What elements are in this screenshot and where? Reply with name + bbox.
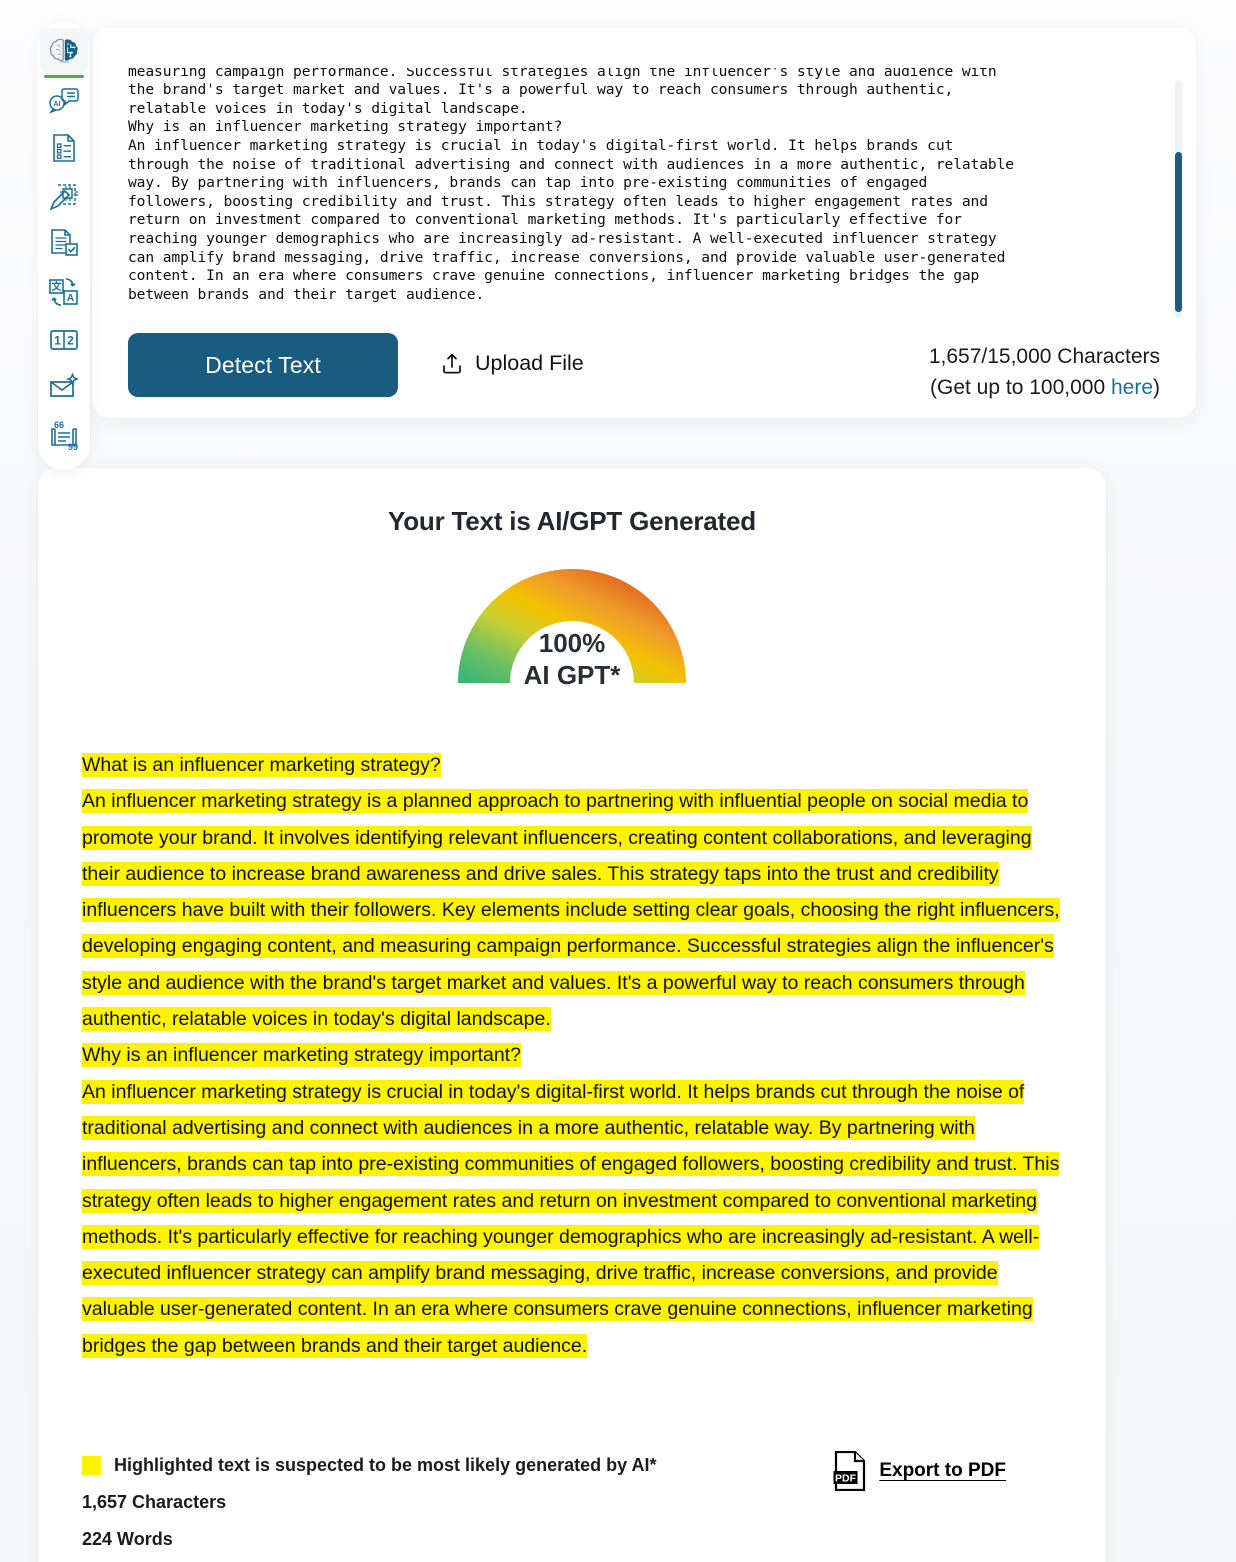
upload-file-label: Upload File: [475, 351, 584, 375]
svg-text:AI: AI: [54, 101, 61, 108]
svg-text:文: 文: [52, 280, 63, 293]
upgrade-note: (Get up to 100,000 here): [929, 372, 1160, 403]
svg-text:66: 66: [54, 420, 64, 430]
sidebar-item-grammar-checker[interactable]: [40, 220, 88, 268]
upload-file-button[interactable]: Upload File: [440, 351, 584, 376]
text-input-textarea[interactable]: include setting clear goals, choosing th…: [128, 68, 1166, 304]
textarea-viewport: include setting clear goals, choosing th…: [128, 68, 1166, 318]
highlight-legend-label: Highlighted text is suspected to be most…: [114, 1455, 657, 1475]
sidebar-item-translator[interactable]: 文 A: [40, 268, 88, 316]
brain-icon: [49, 38, 78, 63]
quote-block-icon: 66 99: [51, 420, 78, 452]
svg-text:1: 1: [54, 334, 61, 348]
upgrade-suffix: ): [1153, 376, 1160, 399]
gauge-container: 100% AI GPT*: [38, 561, 1106, 691]
sidebar-item-citation-generator[interactable]: 66 99: [40, 412, 88, 460]
app-root: AI 文 A 1 2 66 99 measuring campaign perf…: [0, 0, 1236, 1562]
pdf-file-icon: PDF: [833, 1451, 866, 1491]
svg-text:99: 99: [68, 442, 78, 452]
document-list-icon: [53, 134, 75, 162]
verdict-title: Your Text is AI/GPT Generated: [388, 506, 756, 536]
input-card-actions: Detect Text Upload File 1,657/15,000 Cha…: [92, 333, 1196, 403]
left-tool-sidebar: AI 文 A 1 2 66 99: [38, 22, 90, 470]
highlighted-segment: It's particularly effective for reaching…: [162, 1224, 978, 1249]
textarea-scrollbar-thumb[interactable]: [1175, 152, 1182, 312]
character-count-block: 1,657/15,000 Characters (Get up to 100,0…: [929, 341, 1160, 403]
highlighted-segment: Why is an influencer marketing strategy …: [82, 1043, 521, 1068]
upgrade-here-link[interactable]: here: [1111, 376, 1153, 399]
highlight-swatch-icon: [82, 1456, 101, 1475]
sidebar-item-document-list[interactable]: [40, 124, 88, 172]
ai-score-gauge: 100% AI GPT*: [444, 561, 700, 691]
sidebar-item-email-generator[interactable]: [40, 364, 88, 412]
detection-result-card: Your Text is AI/GPT Generated 100% AI GP…: [38, 468, 1106, 1562]
number-counter-icon: 1 2: [50, 330, 78, 350]
character-count-label: 1,657/15,000 Characters: [928, 345, 1160, 368]
analyzed-text-body: What is an influencer marketing strategy…: [82, 747, 1062, 1364]
words-stat: 224 Words: [82, 1529, 173, 1549]
sidebar-item-ai-detector[interactable]: [40, 28, 88, 78]
svg-text:A: A: [67, 293, 74, 304]
characters-stat: 1,657 Characters: [82, 1492, 227, 1512]
highlighted-segment: An influencer marketing strategy is cruc…: [82, 1079, 682, 1104]
highlighted-segment: What is an influencer marketing strategy…: [82, 753, 441, 777]
upload-icon: [443, 353, 461, 373]
detect-text-button[interactable]: Detect Text: [128, 333, 398, 397]
sidebar-item-word-counter[interactable]: 1 2: [40, 316, 88, 364]
email-sparkle-icon: [50, 372, 79, 397]
gauge-unit: AI GPT*: [523, 660, 621, 690]
svg-text:2: 2: [67, 334, 74, 348]
svg-text:PDF: PDF: [835, 1473, 857, 1485]
analyzed-text-paragraph: What is an influencer marketing strategy…: [82, 747, 1062, 1364]
text-input-card: include setting clear goals, choosing th…: [92, 28, 1196, 418]
gauge-readout: 100% AI GPT*: [444, 627, 700, 691]
textarea-scrollbar-track[interactable]: [1175, 80, 1182, 318]
sidebar-item-ai-writer[interactable]: [40, 172, 88, 220]
sidebar-item-ai-chat[interactable]: AI: [40, 76, 88, 124]
export-to-pdf-button[interactable]: PDF Export to PDF: [833, 1451, 1006, 1491]
upgrade-prefix: (Get up to 100,000: [930, 376, 1111, 399]
result-footer: Highlighted text is suspected to be most…: [82, 1451, 1062, 1550]
ai-writer-circuit-icon: [49, 184, 78, 211]
export-to-pdf-label: Export to PDF: [879, 1460, 1006, 1481]
document-check-icon: [51, 229, 78, 256]
translate-icon: 文 A: [49, 278, 78, 306]
ai-chat-bubble-icon: AI: [49, 88, 79, 114]
gauge-percent: 100%: [538, 628, 606, 658]
